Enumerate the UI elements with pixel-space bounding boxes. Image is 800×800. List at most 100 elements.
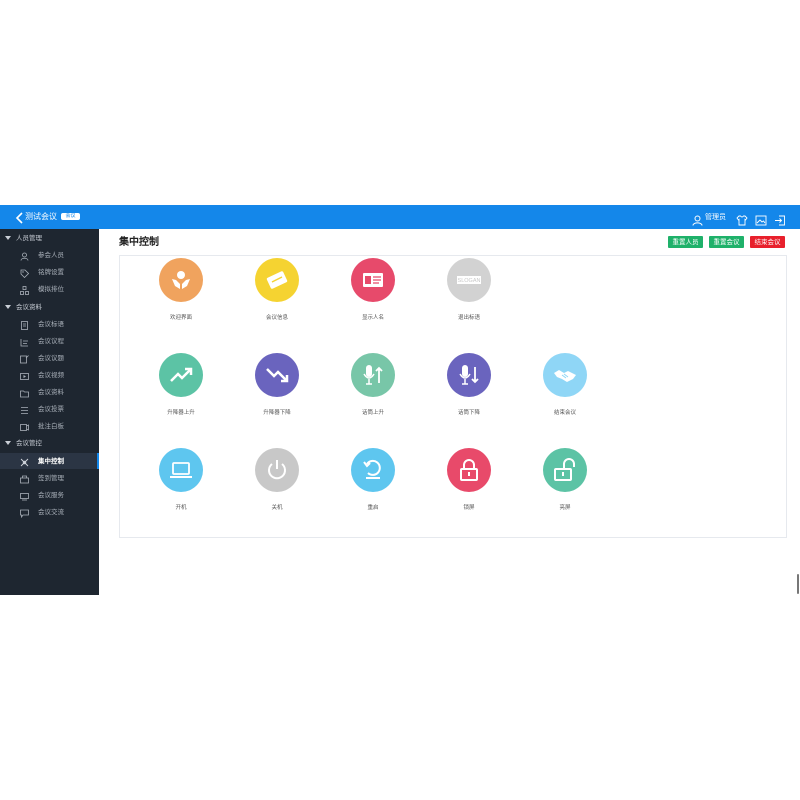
sidebar-section-label: 会议资料 <box>16 303 42 311</box>
sidebar-section-personnel[interactable]: 人员管理 <box>0 231 99 246</box>
scrollbar-thumb[interactable] <box>797 574 799 594</box>
top-bar: 测试会议 会议 管理员 <box>0 205 800 229</box>
sidebar-item-label: 会议交流 <box>38 508 64 516</box>
sidebar-item-service[interactable]: 会议服务 <box>0 487 99 503</box>
caret-down-icon <box>5 305 11 309</box>
sidebar-item-label: 会议议程 <box>38 337 64 345</box>
sidebar-item-video[interactable]: 会议视频 <box>0 367 99 383</box>
sidebar-item-label: 会议议题 <box>38 354 64 362</box>
sidebar-item-seating[interactable]: 模拟排位 <box>0 281 99 297</box>
sidebar-item-label: 会议视频 <box>38 371 64 379</box>
slogan-icon: SLOGAN <box>447 258 491 302</box>
sidebar-item-nameplate[interactable]: 铭牌设置 <box>0 264 99 280</box>
tile-mic-up[interactable]: 话筒上升 <box>328 353 418 433</box>
seats-icon <box>20 285 29 295</box>
sidebar-item-chat[interactable]: 会议交流 <box>0 504 99 520</box>
vote-icon <box>20 405 29 414</box>
tile-power-off[interactable]: 关机 <box>232 448 322 528</box>
trend-down-icon <box>255 353 299 397</box>
tile-label: 欢迎界面 <box>169 315 192 321</box>
chat-icon <box>20 508 29 519</box>
sidebar-item-agenda[interactable]: 会议议程 <box>0 333 99 349</box>
trend-up-icon <box>159 353 203 397</box>
tile-label: 升降器下降 <box>263 410 291 416</box>
welcome-hands-icon <box>159 258 203 302</box>
sidebar-item-topics[interactable]: 会议议题 <box>0 350 99 366</box>
tile-label: 退出标语 <box>457 315 480 321</box>
sidebar-item-signin[interactable]: 签到管理 <box>0 470 99 486</box>
sidebar-section-label: 会议管控 <box>16 439 42 447</box>
user-icon[interactable] <box>692 211 703 226</box>
tile-label: 亮屏 <box>559 505 571 511</box>
slogan-text: SLOGAN <box>458 278 481 284</box>
lock-icon <box>447 448 491 492</box>
end-meeting-button[interactable]: 结束会议 <box>750 236 785 248</box>
logout-icon[interactable] <box>774 211 786 226</box>
mic-down-icon <box>447 353 491 397</box>
laptop-icon <box>159 448 203 492</box>
app-window: 测试会议 会议 管理员 人员管理 参会人员 铭牌设置 模拟排位 会议资料 会议标… <box>0 205 800 595</box>
shirt-icon[interactable] <box>736 211 748 226</box>
sidebar-item-participants[interactable]: 参会人员 <box>0 247 99 263</box>
meeting-title: 测试会议 <box>25 212 57 221</box>
agenda-icon <box>20 337 29 347</box>
unlock-icon <box>543 448 587 492</box>
card-icon <box>255 258 299 302</box>
tile-label: 升降器上升 <box>167 410 195 416</box>
sidebar-item-label: 模拟排位 <box>38 285 64 293</box>
sidebar-item-label: 参会人员 <box>38 251 64 259</box>
sidebar-item-label: 集中控制 <box>38 457 64 465</box>
picture-icon[interactable] <box>755 211 767 226</box>
reset-meeting-button[interactable]: 重置会议 <box>709 236 744 248</box>
service-icon <box>20 491 29 501</box>
sidebar-item-central-control[interactable]: 集中控制 <box>0 453 99 469</box>
caret-down-icon <box>5 441 11 445</box>
sidebar-item-vote[interactable]: 会议投票 <box>0 401 99 417</box>
sidebar-section-label: 人员管理 <box>16 234 42 242</box>
sidebar-item-label: 会议投票 <box>38 405 64 413</box>
sidebar-item-label: 铭牌设置 <box>38 268 64 276</box>
sidebar-item-label: 会议服务 <box>38 491 64 499</box>
signin-icon <box>20 474 29 484</box>
nameplate-icon <box>351 258 395 302</box>
doc-icon <box>20 320 29 330</box>
tile-label: 重启 <box>367 505 379 511</box>
sidebar-section-control[interactable]: 会议管控 <box>0 436 99 451</box>
tile-welcome-screen[interactable]: 欢迎界面 <box>136 258 226 338</box>
tile-restart[interactable]: 重启 <box>328 448 418 528</box>
person-icon <box>20 251 29 261</box>
tile-show-names[interactable]: 显示人名 <box>328 258 418 338</box>
tile-label: 开机 <box>175 505 187 511</box>
tile-lock-screen[interactable]: 锁屏 <box>424 448 514 528</box>
meeting-badge: 会议 <box>61 213 80 220</box>
sidebar-item-slogan[interactable]: 会议标语 <box>0 316 99 332</box>
tile-end-meeting[interactable]: 结束会议 <box>520 353 610 433</box>
control-icon <box>20 457 29 467</box>
tile-label: 话筒下降 <box>457 410 480 416</box>
tile-wake-screen[interactable]: 亮屏 <box>520 448 610 528</box>
tile-label: 会议信息 <box>265 315 288 321</box>
main-content: 集中控制 重置人员 重置会议 结束会议 欢迎界面 会议信息 显示人名 SLOGA… <box>99 229 800 595</box>
tag-icon <box>20 268 30 279</box>
reset-personnel-button[interactable]: 重置人员 <box>668 236 703 248</box>
tile-lifter-up[interactable]: 升降器上升 <box>136 353 226 433</box>
tile-mic-down[interactable]: 话筒下降 <box>424 353 514 433</box>
folder-icon <box>20 388 29 398</box>
handshake-icon <box>543 353 587 397</box>
sidebar-item-label: 会议资料 <box>38 388 64 396</box>
user-name[interactable]: 管理员 <box>705 212 726 222</box>
sidebar-item-whiteboard[interactable]: 批注白板 <box>0 418 99 434</box>
tile-lifter-down[interactable]: 升降器下降 <box>232 353 322 433</box>
whiteboard-icon <box>20 422 29 431</box>
topic-icon <box>20 354 29 364</box>
page-title: 集中控制 <box>119 237 159 248</box>
tile-label: 关机 <box>271 505 283 511</box>
sidebar-item-label: 签到管理 <box>38 474 64 482</box>
sidebar-section-materials[interactable]: 会议资料 <box>0 300 99 315</box>
video-icon <box>20 371 29 380</box>
tile-power-on[interactable]: 开机 <box>136 448 226 528</box>
tile-exit-slogan[interactable]: SLOGAN 退出标语 <box>424 258 514 338</box>
sidebar-item-label: 会议标语 <box>38 320 64 328</box>
sidebar-item-materials[interactable]: 会议资料 <box>0 384 99 400</box>
tile-meeting-info[interactable]: 会议信息 <box>232 258 322 338</box>
